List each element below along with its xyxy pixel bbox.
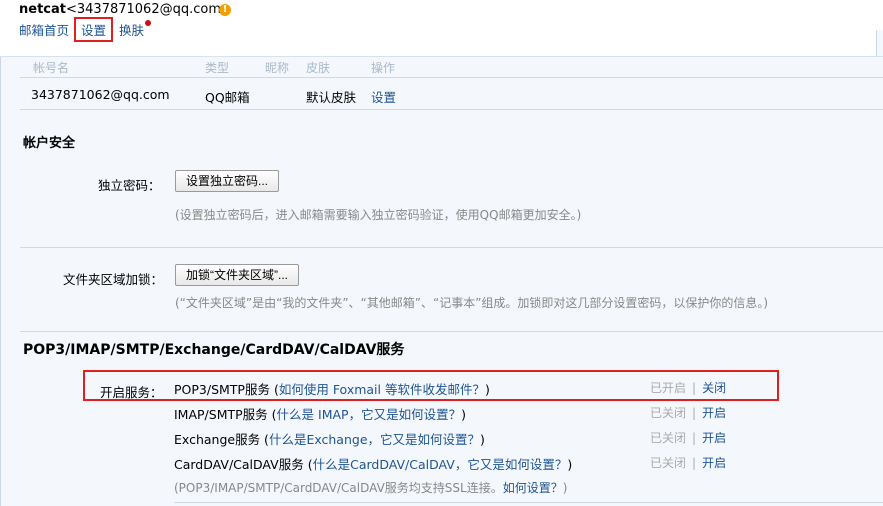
status-separator: | [692,456,697,470]
column-account: 帐号名 [33,61,70,75]
enable-carddav-caldav-link[interactable]: 开启 [702,456,726,470]
service-name: IMAP/SMTP服务 [174,407,268,422]
enable-imap-smtp-link[interactable]: 开启 [702,406,726,420]
services-divider [20,331,883,332]
bottom-divider [174,502,883,503]
settings-content: 帐号名 类型 昵称 皮肤 操作 3437871062@qq.com QQ邮箱 默… [0,57,883,506]
change-skin-link[interactable]: 换肤 [119,20,144,39]
status-text: 已关闭 [650,431,687,445]
independent-password-label: 独立密码： [98,178,161,193]
paren-close: ) [567,457,573,472]
security-divider [20,247,883,248]
user-email: <3437871062@qq.com> [65,2,232,17]
paren-close: ) [461,407,466,422]
column-type: 类型 [205,61,230,75]
account-type: QQ邮箱 [205,90,250,105]
paren-close: ) [480,432,485,447]
service-exchange: Exchange服务 (什么是Exchange，它又是如何设置？) [174,429,485,448]
user-identity: netcat<3437871062@qq.com> [19,2,232,17]
service-carddav-caldav-status: 已关闭 | 开启 [650,454,726,471]
ssl-note-text: (POP3/IMAP/SMTP/CardDAV/CalDAV服务均支持SSL连接… [174,481,503,495]
settings-link[interactable]: 设置 [74,17,114,42]
service-help-link[interactable]: 什么是CardDAV/CalDAV，它又是如何设置？ [313,457,568,472]
paren-open: ( [303,457,313,472]
status-separator: | [692,406,697,420]
ssl-note: (POP3/IMAP/SMTP/CardDAV/CalDAV服务均支持SSL连接… [174,479,567,496]
service-imap-smtp-status: 已关闭 | 开启 [650,404,726,421]
status-text: 已关闭 [650,456,687,470]
top-bar: netcat<3437871062@qq.com> ! 邮箱首页 设置 换肤 [0,0,883,60]
table-header-divider [20,77,883,78]
mailbox-home-link[interactable]: 邮箱首页 [19,20,69,39]
column-nickname: 昵称 [265,61,290,75]
folder-lock-hint: (“文件夹区域”是由“我的文件夹”、“其他邮箱”、“记事本”组成。加锁即对这几部… [175,296,769,310]
paren-open: ( [267,407,277,422]
security-section-title: 帐户安全 [23,136,76,151]
table-row-divider [20,109,883,110]
lock-folder-area-button[interactable]: 加锁“文件夹区域”... [175,264,299,286]
service-help-link[interactable]: 什么是Exchange，它又是如何设置？ [269,432,480,447]
service-carddav-caldav: CardDAV/CalDAV服务 (什么是CardDAV/CalDAV，它又是如… [174,454,572,473]
warning-icon[interactable]: ! [219,4,231,16]
service-imap-smtp: IMAP/SMTP服务 (什么是 IMAP，它又是如何设置？) [174,404,466,423]
enable-exchange-link[interactable]: 开启 [702,431,726,445]
column-action: 操作 [371,61,396,75]
account-settings-link[interactable]: 设置 [371,87,396,106]
notification-dot [145,20,151,26]
ssl-howto-link[interactable]: 如何设置？ [503,481,563,495]
service-name: CardDAV/CalDAV服务 [174,457,304,472]
service-exchange-status: 已关闭 | 开启 [650,429,726,446]
scroll-edge [876,30,883,56]
status-text: 已关闭 [650,406,687,420]
paren-open: ( [260,432,269,447]
account-email: 3437871062@qq.com [31,87,170,102]
service-name: Exchange服务 [174,432,261,447]
service-help-link[interactable]: 什么是 IMAP，它又是如何设置？ [277,407,462,422]
pop3-highlight-box [83,370,779,401]
folder-lock-label: 文件夹区域加锁： [63,272,164,287]
services-section-title: POP3/IMAP/SMTP/Exchange/CardDAV/CalDAV服务 [23,342,405,358]
status-separator: | [692,431,697,445]
set-independent-password-button[interactable]: 设置独立密码... [175,170,280,192]
ssl-note-close: ) [562,481,568,495]
independent-password-hint: (设置独立密码后，进入邮箱需要输入独立密码验证，使用QQ邮箱更加安全。) [175,208,582,222]
account-skin: 默认皮肤 [306,90,357,105]
user-name: netcat [19,2,66,17]
column-skin: 皮肤 [306,61,331,75]
